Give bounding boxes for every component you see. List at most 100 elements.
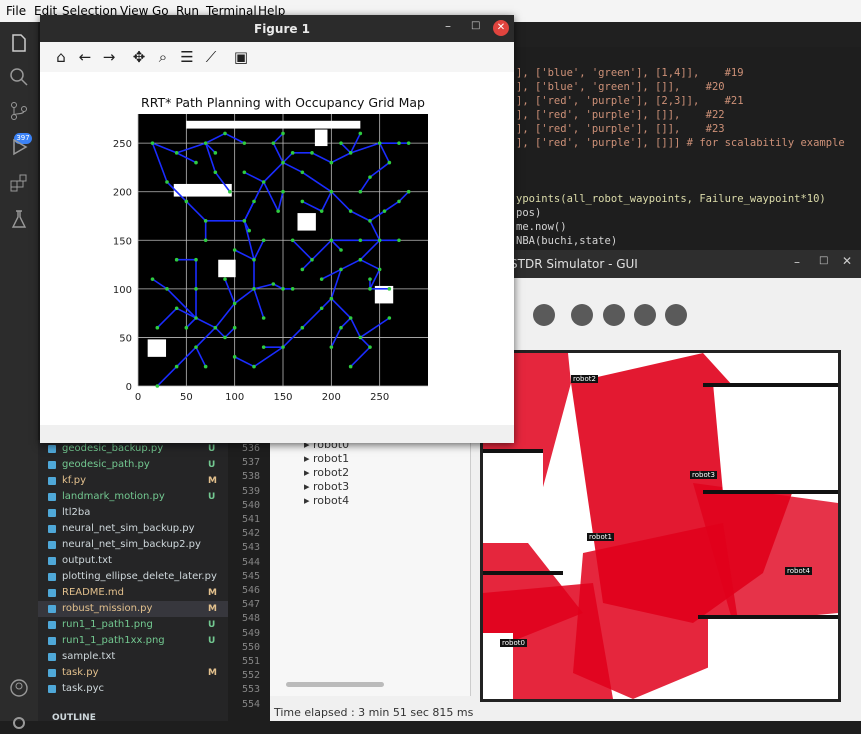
sample-point xyxy=(194,160,198,165)
sample-point xyxy=(281,160,285,165)
zoom-icon[interactable]: ⌕ xyxy=(154,48,172,66)
line-number: 553 xyxy=(242,684,261,696)
sample-point xyxy=(281,287,285,291)
settings-icon[interactable] xyxy=(533,304,555,326)
sample-point xyxy=(406,141,411,145)
file-icon xyxy=(48,477,56,485)
line-number: 539 xyxy=(242,485,261,497)
save-icon[interactable]: ▣ xyxy=(232,48,250,66)
file-list-item[interactable]: ltl2ba xyxy=(38,505,228,521)
explorer-icon[interactable] xyxy=(8,32,30,54)
file-icon xyxy=(48,621,56,629)
robot-label: robot2 xyxy=(313,466,350,479)
code-editor[interactable]: ], ['blue', 'green'], [1,4]], #19 ], ['b… xyxy=(514,47,861,257)
sample-point xyxy=(339,267,343,272)
menu-file[interactable]: File xyxy=(6,4,26,18)
file-list-item[interactable]: kf.py M xyxy=(38,473,228,489)
sample-point xyxy=(271,141,276,145)
robot-tree-item[interactable]: ▸ robot2 xyxy=(304,466,349,479)
file-name: landmark_motion.py xyxy=(62,491,165,502)
sample-point xyxy=(310,151,314,155)
settings-gear-icon[interactable] xyxy=(8,712,30,734)
line-number-gutter: 536 537 538 539 540 541 542 543 544 545 546 547 548 5… xyxy=(228,440,270,721)
robot-tree-item[interactable]: ▸ robot1 xyxy=(304,452,349,465)
sample-point xyxy=(339,325,343,330)
extensions-icon[interactable] xyxy=(8,172,30,194)
file-list-item[interactable]: geodesic_backup.py U xyxy=(38,441,228,457)
back-icon[interactable]: ← xyxy=(76,48,94,66)
testing-icon[interactable] xyxy=(8,208,30,230)
sample-point xyxy=(252,257,256,262)
file-list-item[interactable]: task.pyc xyxy=(38,681,228,697)
file-list-item[interactable]: run1_1_path1.png U xyxy=(38,617,228,633)
search-icon[interactable] xyxy=(8,66,30,88)
file-list-item[interactable]: robust_mission.py M xyxy=(38,601,228,617)
file-name: kf.py xyxy=(62,475,87,486)
sample-point xyxy=(223,131,227,136)
file-list-item[interactable]: neural_net_sim_backup2.py xyxy=(38,537,228,553)
file-list-item[interactable]: plotting_ellipse_delete_later.py xyxy=(38,569,228,585)
maximize-icon[interactable]: □ xyxy=(819,255,828,266)
zoom-in-icon[interactable] xyxy=(603,304,625,326)
sample-point xyxy=(348,209,353,213)
sample-point xyxy=(194,345,198,349)
obstacle xyxy=(186,120,361,129)
minimize-icon[interactable]: – xyxy=(794,255,800,269)
sample-point xyxy=(348,316,353,320)
sample-point xyxy=(203,238,208,243)
robot-tree-item[interactable]: ▸ robot3 xyxy=(304,480,349,493)
file-git-status: M xyxy=(208,668,217,678)
sample-point xyxy=(150,277,155,281)
grid-icon[interactable] xyxy=(571,304,593,326)
x-tick-label: 100 xyxy=(225,392,244,403)
file-list-item[interactable]: run1_1_path1xx.png U xyxy=(38,633,228,649)
sample-point xyxy=(281,345,285,349)
edit-curve-icon[interactable]: ⟋ xyxy=(202,48,220,66)
account-icon[interactable] xyxy=(8,677,30,699)
sample-point xyxy=(300,170,305,175)
line-number: 540 xyxy=(242,499,261,511)
x-tick-label: 0 xyxy=(135,392,141,403)
file-icon xyxy=(48,685,56,693)
horizontal-scrollbar[interactable] xyxy=(286,682,384,687)
sample-point xyxy=(300,325,305,330)
source-control-icon[interactable] xyxy=(8,100,30,122)
file-list-item[interactable]: landmark_motion.py U xyxy=(38,489,228,505)
forward-icon[interactable]: → xyxy=(100,48,118,66)
file-list-item[interactable]: README.md M xyxy=(38,585,228,601)
close-icon[interactable]: ✕ xyxy=(493,20,509,36)
home-icon[interactable]: ⌂ xyxy=(52,48,70,66)
sample-point xyxy=(242,170,247,175)
file-name: robust_mission.py xyxy=(62,603,153,614)
robot-tree-item[interactable]: ▸ robot4 xyxy=(304,494,349,507)
pan-icon[interactable]: ✥ xyxy=(130,48,148,66)
file-list-item[interactable]: task.py M xyxy=(38,665,228,681)
file-list-item[interactable]: sample.txt xyxy=(38,649,228,665)
file-list-item[interactable]: geodesic_path.py U xyxy=(38,457,228,473)
zoom-out-icon[interactable] xyxy=(634,304,656,326)
sample-point xyxy=(329,345,334,349)
sample-point xyxy=(213,325,218,330)
simulation-map[interactable]: robot2 robot3 robot1 robot4 robot0 xyxy=(480,350,841,702)
configure-icon[interactable]: ☰ xyxy=(178,48,196,66)
maximize-icon[interactable]: □ xyxy=(471,20,480,31)
outline-section[interactable]: OUTLINE xyxy=(38,710,242,726)
sample-point xyxy=(247,228,251,233)
file-list-item[interactable]: neural_net_sim_backup.py xyxy=(38,521,228,537)
sample-point xyxy=(223,335,227,340)
sample-point xyxy=(232,248,237,252)
sample-point xyxy=(319,306,324,311)
close-icon[interactable]: ✕ xyxy=(842,254,852,268)
file-list-item[interactable]: output.txt xyxy=(38,553,228,569)
robot-label: robot4 xyxy=(313,494,350,507)
minimize-icon[interactable]: – xyxy=(445,19,451,33)
sample-point xyxy=(397,141,401,145)
line-number: 541 xyxy=(242,514,261,525)
file-name: run1_1_path1xx.png xyxy=(62,635,165,646)
time-elapsed-status: Time elapsed : 3 min 51 sec 815 ms xyxy=(274,706,474,719)
sample-point xyxy=(223,277,227,281)
sample-point xyxy=(290,151,295,155)
fit-view-icon[interactable] xyxy=(665,304,687,326)
line-number: 548 xyxy=(242,613,261,625)
run-debug-icon[interactable] xyxy=(8,136,30,158)
